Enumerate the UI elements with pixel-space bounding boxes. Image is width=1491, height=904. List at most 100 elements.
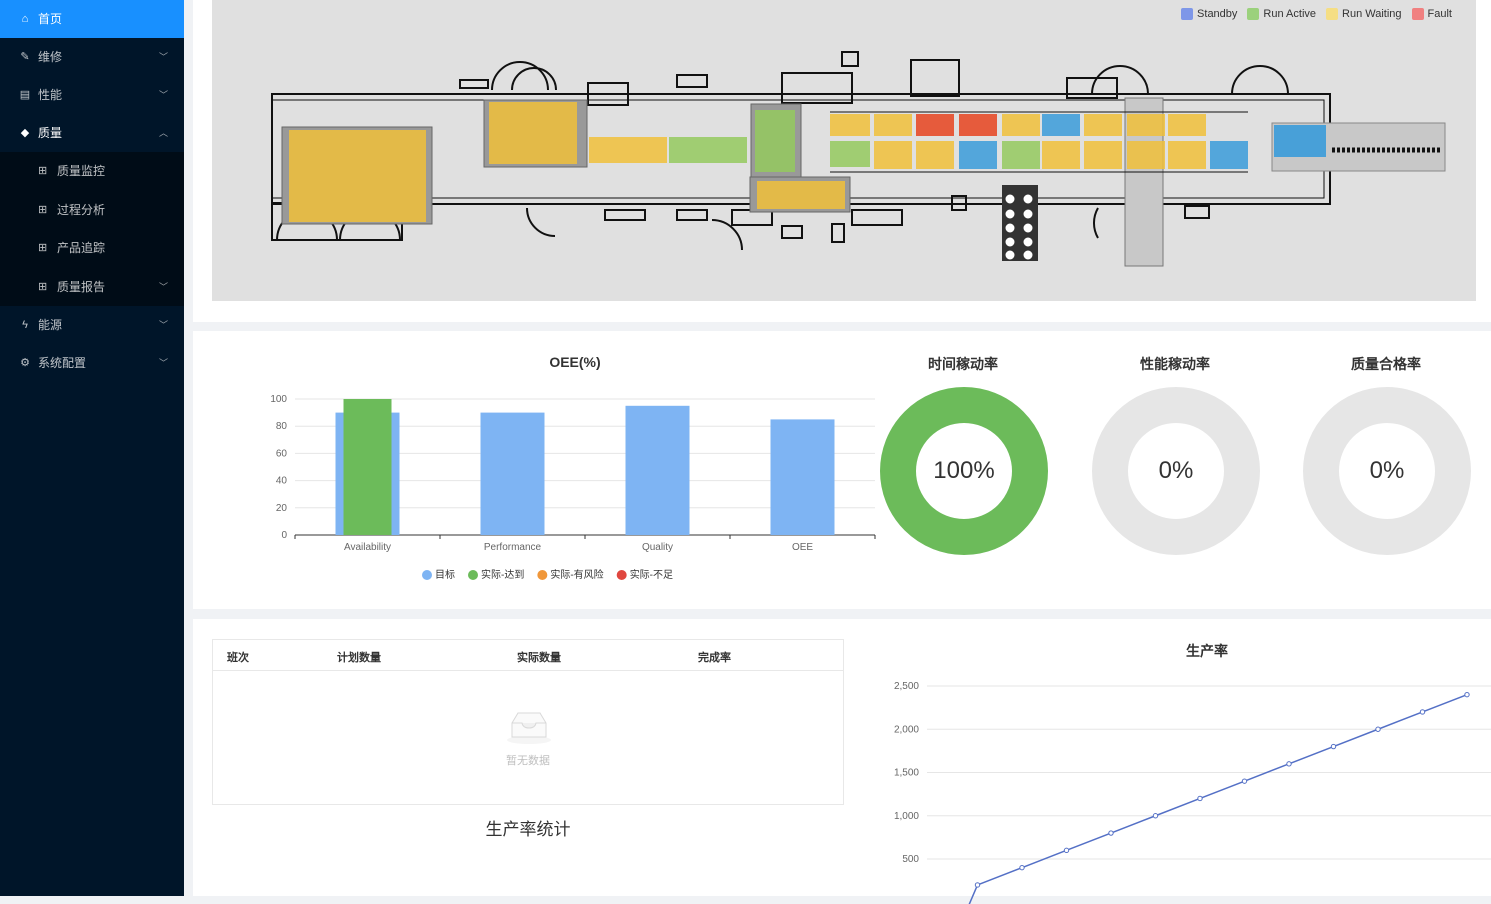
column-header-actual[interactable]: 实际数量 <box>517 649 561 665</box>
legend-item-fault[interactable]: Fault <box>1411 8 1452 20</box>
production-rate-title: 生产率 <box>1186 643 1228 659</box>
y-tick-label: 40 <box>276 476 288 487</box>
menu-item-energy[interactable]: ϟ 能源 ﹀ <box>0 306 184 344</box>
bar-target-performance <box>480 412 545 535</box>
legend-item-standby[interactable]: Standby <box>1181 8 1237 20</box>
legend-label: 目标 <box>435 569 455 581</box>
menu-item-label: 能源 <box>38 318 63 332</box>
sidebar: ⌂ 首页 ✎ 维修 ﹀ ▤ 性能 ﹀ ◆ 质量 ︿ ⊞ 质量监控 ⊞ 过程分析 … <box>0 0 184 896</box>
menu-item-maintenance[interactable]: ✎ 维修 ﹀ <box>0 38 184 76</box>
y-tick-label: 1,500 <box>894 768 919 779</box>
chevron-down-icon: ﹀ <box>158 52 168 62</box>
empty-inbox-icon <box>507 712 551 744</box>
table-caption: 生产率统计 <box>485 820 571 839</box>
line-point <box>1375 726 1381 732</box>
oee-panel: OEE(%) 0 20 40 60 80 100 Availability Performan… <box>193 331 1491 609</box>
legend-label: 实际-不足 <box>630 568 673 581</box>
line-point <box>974 882 981 888</box>
menu-item-label: 首页 <box>38 12 63 26</box>
submenu-item-process-analysis[interactable]: ⊞ 过程分析 <box>0 191 184 230</box>
line-point <box>1197 795 1203 802</box>
chevron-down-icon: ﹀ <box>158 90 168 100</box>
y-tick-label: 2,000 <box>894 724 919 735</box>
legend-label: Run Waiting <box>1342 8 1402 20</box>
column-header-planned[interactable]: 计划数量 <box>337 649 381 665</box>
donut-title-performance: 性能稼动率 <box>1140 356 1210 372</box>
x-tick-label: OEE <box>792 542 813 553</box>
donut-title-quality: 质量合格率 <box>1351 356 1421 372</box>
submenu-item-label: 质量监控 <box>57 164 106 178</box>
grid-icon: ⊞ <box>38 165 48 177</box>
column-header-completion[interactable]: 完成率 <box>698 649 731 665</box>
y-tick-label: 20 <box>276 503 288 514</box>
donut-time: 100% <box>879 386 1049 556</box>
chevron-down-icon: ﹀ <box>158 320 168 330</box>
line-series <box>968 693 1468 904</box>
menu-item-label: 系统配置 <box>38 356 87 370</box>
legend-label: Run Active <box>1263 8 1317 20</box>
submenu-item-label: 产品追踪 <box>57 241 106 255</box>
table-empty: 暂无数据 <box>213 671 843 804</box>
legend-item-run-waiting[interactable]: Run Waiting <box>1326 8 1402 20</box>
grid-icon: ⊞ <box>38 242 48 254</box>
menu-item-performance[interactable]: ▤ 性能 ﹀ <box>0 76 184 114</box>
y-tick-label: 60 <box>276 448 288 459</box>
oee-bar-chart: 0 20 40 60 80 100 Availability Performance Quali… <box>270 394 876 581</box>
y-tick-label: 100 <box>270 394 287 405</box>
main-content: Standby Run Active Run Waiting Fault OEE(%)… <box>184 0 1491 904</box>
donut-time-value: 100% <box>933 457 995 484</box>
floorplan-legend: Standby Run Active Run Waiting Fault <box>1181 8 1452 20</box>
legend-marker <box>422 570 432 580</box>
floorplan: Standby Run Active Run Waiting Fault <box>212 0 1476 301</box>
legend-swatch <box>1181 8 1194 20</box>
legend-label: 实际-有风险 <box>550 568 603 581</box>
y-tick-label: 500 <box>902 854 919 865</box>
legend-swatch <box>1411 8 1424 20</box>
home-icon: ⌂ <box>21 13 29 25</box>
bar-target-oee <box>770 419 835 535</box>
legend-swatch <box>1326 8 1339 20</box>
oee-chart-title: OEE(%) <box>549 354 601 370</box>
line-point <box>1108 830 1114 836</box>
legend-label: Fault <box>1427 8 1452 20</box>
grid-icon: ⊞ <box>38 203 48 216</box>
x-tick-label: Performance <box>484 542 542 553</box>
chevron-down-icon: ﹀ <box>158 281 168 292</box>
menu-item-home[interactable]: ⌂ 首页 <box>0 0 184 38</box>
chevron-down-icon: ﹀ <box>158 358 168 368</box>
chevron-up-icon: ︿ <box>158 128 168 138</box>
bar-target-quality <box>625 405 690 535</box>
menu-item-label: 性能 <box>38 88 63 102</box>
submenu-item-label: 质量报告 <box>57 279 106 294</box>
submenu-item-quality-report[interactable]: ⊞ 质量报告 ﹀ <box>0 268 184 307</box>
legend-swatch <box>1247 8 1260 20</box>
donut-quality-value: 0% <box>1369 457 1405 484</box>
floorplan-drawing <box>271 51 1446 267</box>
submenu-item-product-trace[interactable]: ⊞ 产品追踪 <box>0 229 184 268</box>
line-point <box>1330 743 1337 750</box>
legend-item-run-active[interactable]: Run Active <box>1247 8 1316 20</box>
y-tick-label: 0 <box>281 530 287 541</box>
table-header: 班次 计划数量 实际数量 完成率 <box>213 640 843 671</box>
line-point <box>1419 709 1426 715</box>
donut-performance-value: 0% <box>1158 457 1194 484</box>
menu-item-label: 维修 <box>38 50 63 64</box>
legend-label: Standby <box>1197 8 1238 20</box>
menu-item-system-config[interactable]: ⚙ 系统配置 ﹀ <box>0 344 184 382</box>
diamond-icon: ◆ <box>20 127 30 139</box>
x-tick-label: Quality <box>642 542 673 553</box>
legend-marker <box>537 570 548 580</box>
thunderbolt-icon: ϟ <box>22 319 28 331</box>
production-table: 班次 计划数量 实际数量 完成率 暂无数据 <box>212 639 844 805</box>
column-header-shift[interactable]: 班次 <box>227 649 249 665</box>
legend-label: 实际-达到 <box>481 568 524 581</box>
line-point <box>1063 847 1070 854</box>
legend-marker <box>468 570 478 580</box>
grid-icon: ⊞ <box>38 280 48 293</box>
gear-icon: ⚙ <box>20 357 30 369</box>
line-point <box>1464 691 1470 698</box>
quality-submenu: ⊞ 质量监控 ⊞ 过程分析 ⊞ 产品追踪 ⊞ 质量报告 ﹀ <box>0 152 184 306</box>
menu-item-label: 质量 <box>38 126 63 140</box>
menu-item-quality[interactable]: ◆ 质量 ︿ <box>0 114 184 152</box>
submenu-item-quality-monitor[interactable]: ⊞ 质量监控 <box>0 152 184 191</box>
